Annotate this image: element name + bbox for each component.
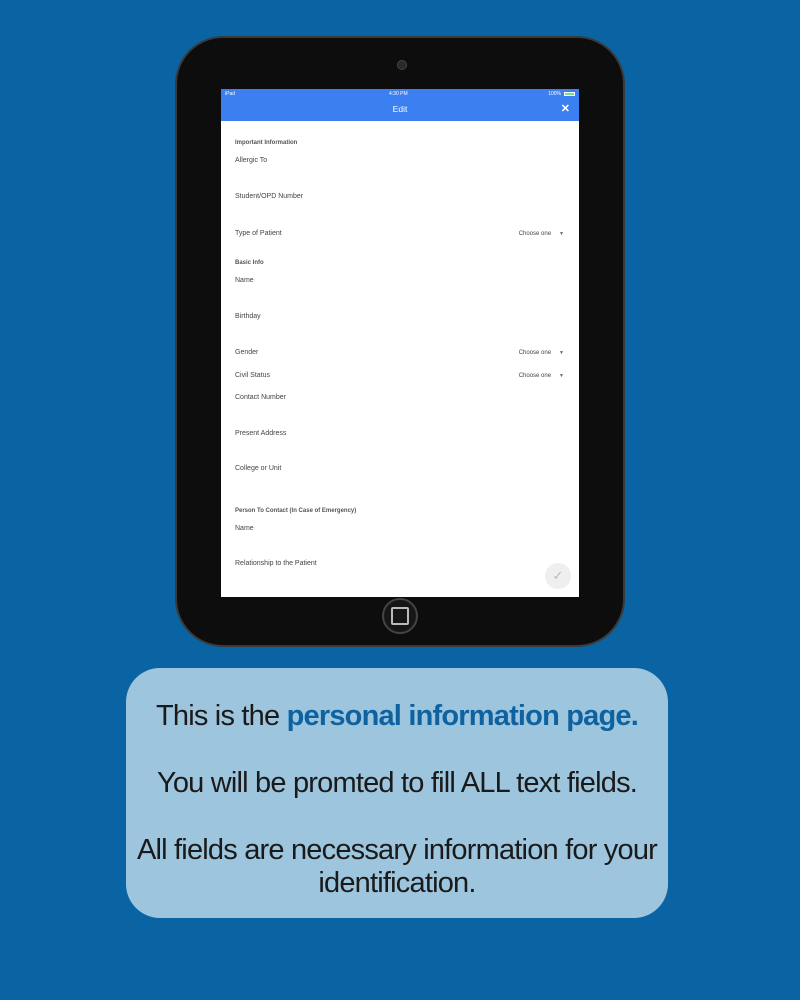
camera-icon: [397, 60, 407, 70]
gender-select[interactable]: Choose one ▼: [519, 350, 564, 356]
allergic-to-field[interactable]: Allergic To: [235, 157, 267, 164]
section-basic-info: Basic Info: [235, 260, 264, 266]
status-time: 4:30 PM: [389, 91, 408, 97]
nav-bar: Edit ✕: [221, 99, 579, 121]
submit-check-button[interactable]: ✓: [545, 563, 571, 589]
section-emergency-contact: Person To Contact (In Case of Emergency): [235, 508, 357, 514]
gender-label: Gender: [235, 349, 259, 356]
contact-number-field[interactable]: Contact Number: [235, 394, 286, 401]
tablet-frame: iPad 4:30 PM 100% Edit ✕ Important Infor…: [175, 36, 625, 647]
chevron-down-icon: ▼: [559, 373, 564, 379]
caption-prefix: This is the: [155, 700, 287, 732]
tablet-screen: iPad 4:30 PM 100% Edit ✕ Important Infor…: [221, 89, 579, 597]
caption-line-1: This is the personal information page.: [126, 700, 668, 733]
home-square-icon: [391, 607, 409, 625]
caption-box: This is the personal information page. Y…: [126, 668, 668, 918]
relationship-field[interactable]: Relationship to the Patient: [235, 560, 317, 567]
gender-value: Choose one: [518, 350, 552, 356]
emergency-name-field[interactable]: Name: [235, 525, 254, 532]
student-opd-number-field[interactable]: Student/OPD Number: [235, 193, 303, 200]
home-button[interactable]: [382, 598, 418, 634]
section-important-information: Important Information: [235, 140, 298, 146]
chevron-down-icon: ▼: [559, 350, 564, 356]
name-field[interactable]: Name: [235, 277, 254, 284]
page-title: Edit: [392, 104, 408, 114]
civil-status-value: Choose one: [518, 373, 552, 379]
carrier-label: iPad: [225, 91, 236, 97]
college-or-unit-field[interactable]: College or Unit: [235, 465, 281, 472]
birthday-field[interactable]: Birthday: [235, 313, 261, 320]
caption-line-3: All fields are necessary information for…: [136, 834, 658, 899]
battery-percent: 100%: [548, 91, 561, 97]
type-of-patient-select[interactable]: Choose one ▼: [519, 231, 564, 237]
civil-status-select[interactable]: Choose one ▼: [519, 373, 564, 379]
type-of-patient-label: Type of Patient: [235, 230, 282, 237]
close-icon[interactable]: ✕: [561, 102, 570, 115]
caption-line-2: You will be promted to fill ALL text fie…: [156, 767, 638, 799]
chevron-down-icon: ▼: [559, 231, 564, 237]
present-address-field[interactable]: Present Address: [235, 430, 286, 437]
battery-icon: [564, 92, 575, 96]
caption-highlight: personal information page.: [286, 700, 639, 732]
civil-status-label: Civil Status: [235, 372, 271, 379]
type-of-patient-value: Choose one: [518, 231, 552, 237]
status-bar: iPad 4:30 PM 100%: [221, 89, 579, 99]
